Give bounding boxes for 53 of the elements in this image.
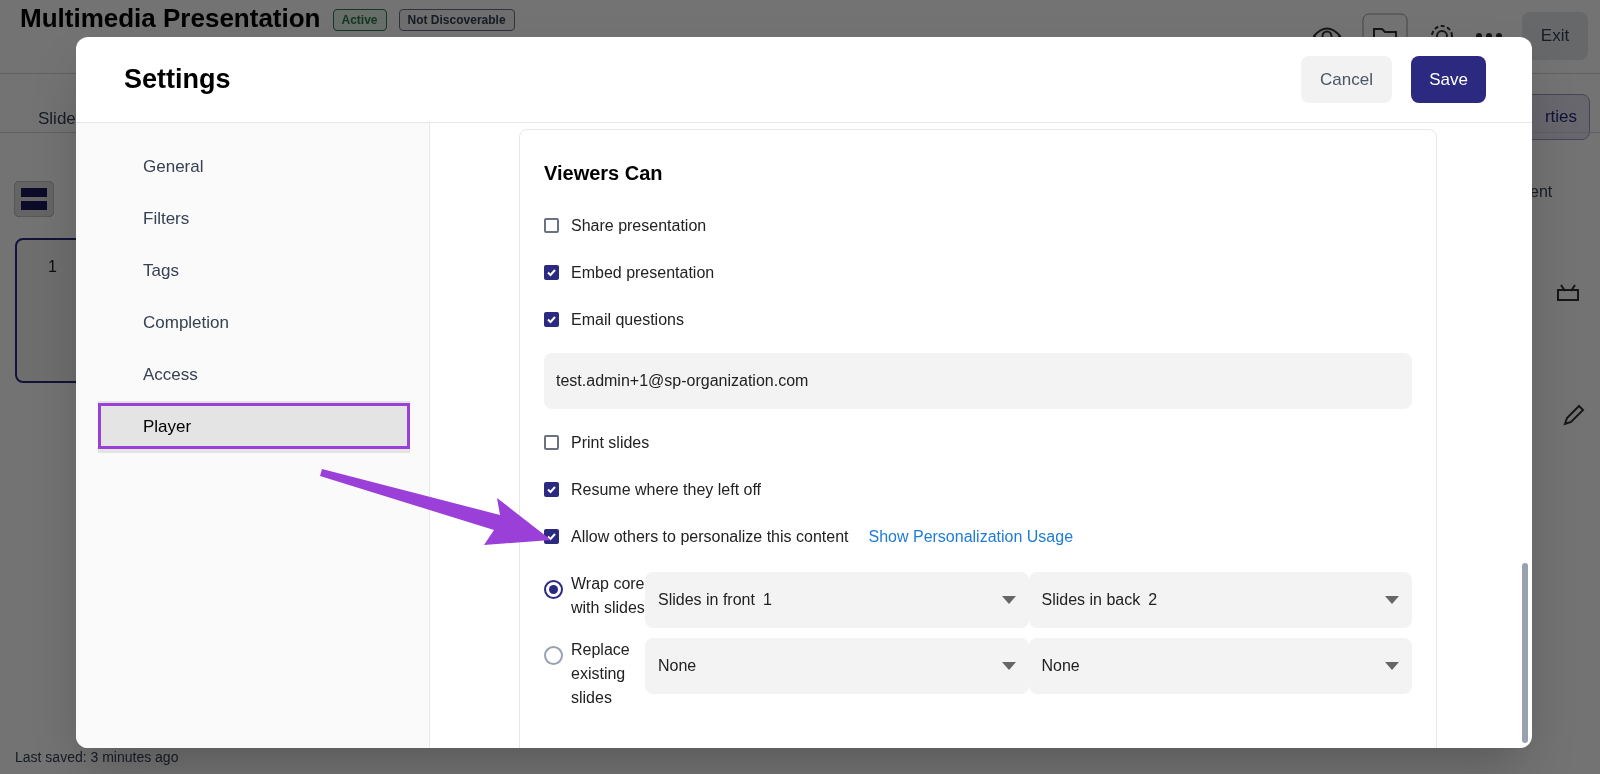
dropdown-label: Slides in back — [1041, 590, 1141, 610]
page-title: Multimedia Presentation — [20, 3, 321, 33]
dropdown[interactable]: None — [1028, 638, 1412, 694]
dropdown-value: 1 — [762, 590, 772, 610]
checkbox-label: Share presentation — [571, 215, 707, 236]
checkmark-icon — [546, 267, 557, 278]
personalization-usage-link[interactable]: Show Personalization Usage — [868, 524, 1074, 549]
sidebar-item[interactable]: Tags — [98, 245, 410, 297]
sidebar-item[interactable]: Filters — [98, 193, 410, 245]
pencil-icon[interactable] — [1562, 403, 1586, 427]
tab-label[interactable]: Slide — [38, 106, 76, 132]
dropdown-value: 2 — [1148, 590, 1158, 610]
checkbox-label: Allow others to personalize this content — [571, 526, 849, 547]
checkbox-label: Embed presentation — [571, 262, 715, 283]
radio-button[interactable] — [544, 580, 563, 599]
sidebar-item[interactable]: Access — [98, 349, 410, 401]
caret-icon — [1001, 596, 1016, 604]
slide-number: 1 — [48, 257, 57, 277]
checkmark-icon — [546, 531, 557, 542]
status-badge: Active — [332, 9, 387, 31]
sidebar-item[interactable]: General — [98, 141, 410, 193]
save-button[interactable]: Save — [1411, 56, 1486, 103]
dropdown[interactable]: Slides in front 1 — [645, 572, 1029, 628]
sidebar-item[interactable]: Completion — [98, 297, 410, 349]
section-title: Viewers Can — [544, 161, 664, 186]
dropdown-value: None — [1041, 656, 1080, 676]
checkbox-label: Email questions — [571, 309, 684, 330]
radio-button[interactable] — [544, 646, 563, 665]
caret-icon — [1001, 662, 1016, 670]
dropdown-label: Slides in front — [658, 590, 755, 610]
checkbox[interactable] — [544, 312, 559, 327]
checkmark-icon — [546, 484, 557, 495]
grid-view-icon[interactable] — [14, 181, 54, 217]
dropdown[interactable]: None — [645, 638, 1029, 694]
checkbox[interactable] — [544, 482, 559, 497]
cancel-button[interactable]: Cancel — [1301, 56, 1392, 103]
caret-icon — [1385, 662, 1399, 670]
last-saved-text: Last saved: 3 minutes ago — [15, 748, 179, 767]
checkbox-label: Resume where they left off — [571, 479, 762, 500]
radio-label: Replace existing slides — [571, 640, 631, 708]
checkbox[interactable] — [544, 218, 559, 233]
checkbox[interactable] — [544, 435, 559, 450]
caret-icon — [1385, 596, 1399, 604]
dropdown-value: None — [658, 656, 697, 676]
dialog-title: Settings — [124, 63, 231, 97]
checkbox[interactable] — [544, 265, 559, 280]
dropdown[interactable]: Slides in back 2 — [1028, 572, 1412, 628]
checkbox-label: Print slides — [571, 432, 650, 453]
email-field[interactable]: test.admin+1@sp-organization.com — [544, 353, 1412, 409]
radio-label: Wrap core with slides — [571, 574, 645, 618]
checkmark-icon — [546, 314, 557, 325]
status-badge: Not Discoverable — [398, 9, 515, 31]
scrollbar-thumb[interactable] — [1522, 563, 1528, 743]
